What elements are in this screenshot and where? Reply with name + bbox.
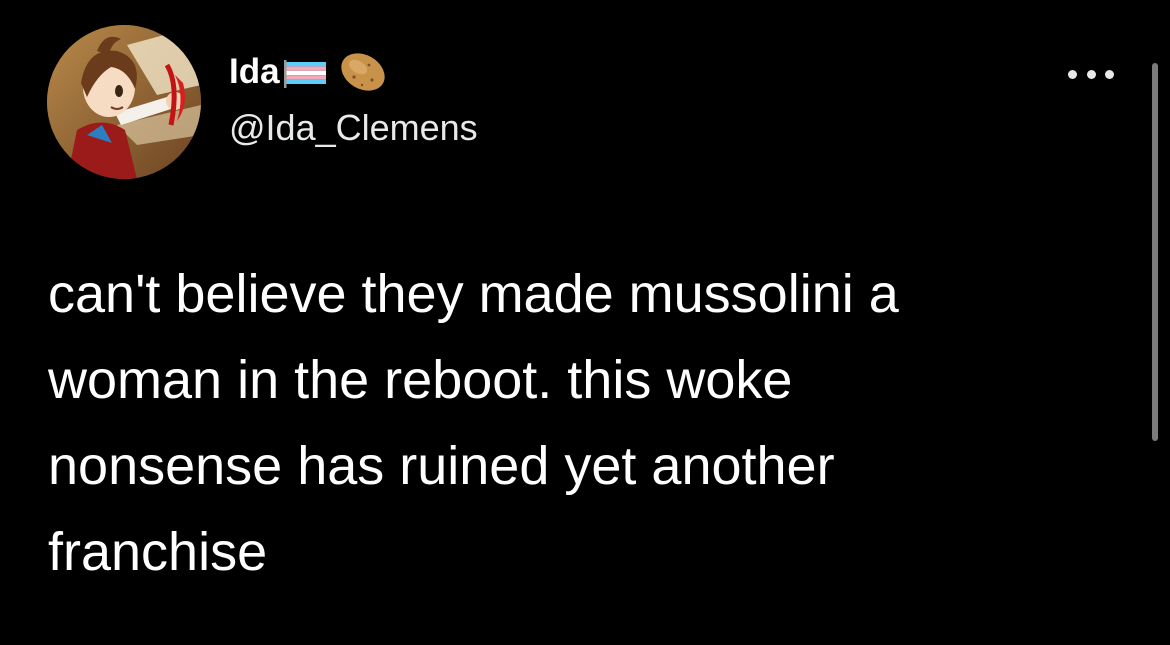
potato-emoji-icon <box>336 47 390 97</box>
author-handle[interactable]: @Ida_Clemens <box>229 106 478 150</box>
more-options-button[interactable] <box>1068 62 1114 86</box>
tweet-text-line: franchise <box>48 522 268 582</box>
avatar-image <box>47 25 201 179</box>
more-horizontal-icon <box>1068 69 1077 79</box>
tweet-text-line: can't believe they made mussolini a <box>48 264 899 324</box>
transgender-flag-emoji-icon <box>283 56 330 88</box>
tweet-text-line: nonsense has ruined yet another <box>48 436 835 496</box>
author-name-row[interactable]: Ida <box>229 50 478 94</box>
more-horizontal-icon-dot <box>1105 69 1114 79</box>
author-display-name[interactable]: Ida <box>229 50 280 94</box>
tweet-header: Ida @Ida_Clemens <box>229 50 478 150</box>
tweet-card[interactable]: Ida @Ida_Clemens can't believe they made… <box>0 0 1170 645</box>
tweet-text-line: woman in the reboot. this woke <box>48 350 793 410</box>
author-avatar[interactable] <box>47 25 201 179</box>
more-horizontal-icon-dot <box>1086 69 1096 79</box>
tweet-text: can't believe they made mussolini a woma… <box>48 251 1138 595</box>
scrollbar-thumb[interactable] <box>1152 63 1158 441</box>
